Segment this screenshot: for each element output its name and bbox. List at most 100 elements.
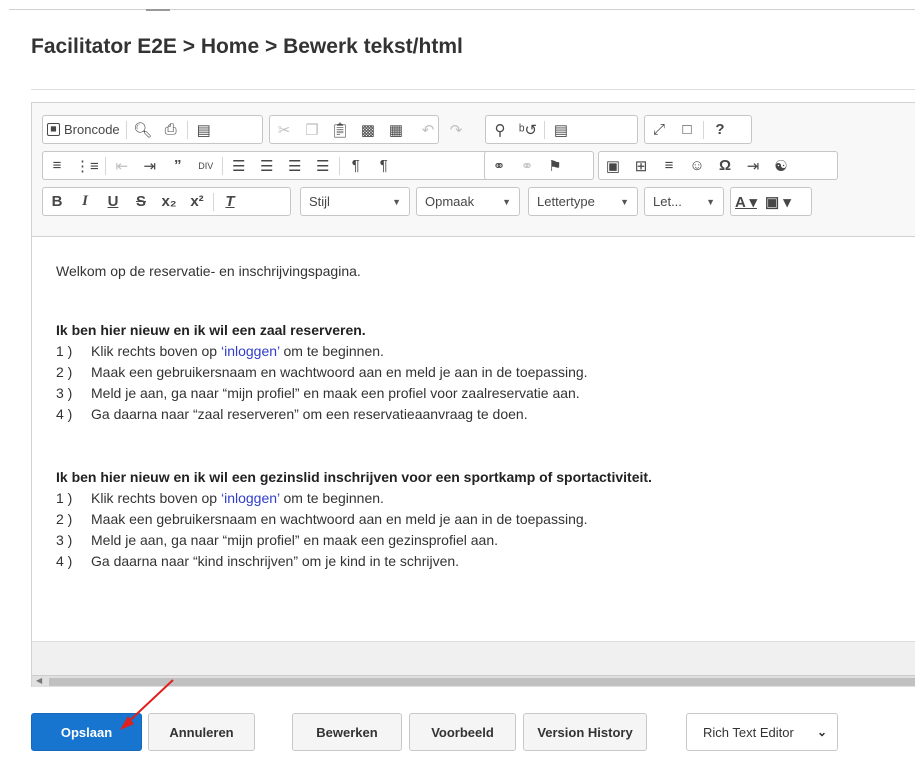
- style-combo[interactable]: Stijl ▼: [300, 187, 410, 216]
- bulleted-list-icon[interactable]: ⋮≡: [71, 152, 103, 179]
- rtl-icon[interactable]: ¶: [370, 152, 398, 179]
- version-history-button[interactable]: Version History: [523, 713, 647, 751]
- chevron-down-icon: ⌄: [816, 725, 827, 739]
- style-combo-label: Stijl: [309, 194, 330, 209]
- align-right-icon[interactable]: ☰: [281, 152, 309, 179]
- text-color-icon[interactable]: A ▾: [731, 188, 761, 215]
- intro-paragraph: Welkom op de reservatie- en inschrijving…: [56, 263, 361, 279]
- help-icon[interactable]: ?: [706, 116, 734, 143]
- align-left-icon[interactable]: ☰: [225, 152, 253, 179]
- list-item: 1 ) Klik rechts boven op ‘inloggen’ om t…: [56, 490, 384, 506]
- toolbar-group-paragraph: ≡ ⋮≡ ⇤ ⇥ ” DIV ☰ ☰ ☰ ☰ ¶ ¶: [42, 151, 492, 180]
- rich-text-editor: ◼ Broncode 🔍︎ ⎙ ▤ ✂ ❐ 📋︎ ▩ ▦ ↶ ↷ ⚲ ᵇ↺ ▤: [31, 102, 915, 687]
- toolbar-group-basic-styles: B I U S x₂ x² T: [42, 187, 291, 216]
- editor-mode-select[interactable]: Rich Text Editor ⌄: [686, 713, 838, 751]
- section-heading: Ik ben hier nieuw en ik wil een gezinsli…: [56, 469, 652, 485]
- toolbar-group-clipboard: ✂ ❐ 📋︎ ▩ ▦ ↶ ↷: [269, 115, 462, 144]
- numbered-list-icon[interactable]: ≡: [43, 152, 71, 179]
- page-break-icon[interactable]: ⇥: [739, 152, 767, 179]
- font-combo[interactable]: Lettertype ▼: [528, 187, 638, 216]
- unlink-icon[interactable]: ⚭: [513, 152, 541, 179]
- format-combo-label: Opmaak: [425, 194, 475, 209]
- source-icon: ◼: [47, 123, 60, 136]
- paste-word-icon[interactable]: ▦: [382, 116, 410, 143]
- div-container-icon[interactable]: DIV: [192, 152, 220, 179]
- edit-button[interactable]: Bewerken: [292, 713, 402, 751]
- page-title: Facilitator E2E > Home > Bewerk tekst/ht…: [31, 35, 463, 58]
- source-button[interactable]: ◼ Broncode: [43, 116, 124, 143]
- editor-toolbar: ◼ Broncode 🔍︎ ⎙ ▤ ✂ ❐ 📋︎ ▩ ▦ ↶ ↷ ⚲ ᵇ↺ ▤: [32, 103, 915, 237]
- show-blocks-icon[interactable]: □: [673, 116, 701, 143]
- login-link[interactable]: ‘inloggen’: [221, 490, 280, 506]
- horizontal-rule-icon[interactable]: ≡: [655, 152, 683, 179]
- top-divider-marker: [146, 9, 170, 11]
- paste-icon[interactable]: 📋︎: [326, 116, 354, 143]
- strikethrough-icon[interactable]: S: [127, 188, 155, 215]
- cut-icon[interactable]: ✂: [270, 116, 298, 143]
- list-item: 3 ) Meld je aan, ga naar “mijn profiel” …: [56, 385, 580, 401]
- top-divider: [9, 9, 915, 10]
- remove-format-icon[interactable]: T: [216, 188, 244, 215]
- outdent-icon[interactable]: ⇤: [108, 152, 136, 179]
- bold-icon[interactable]: B: [43, 188, 71, 215]
- iframe-globe-icon[interactable]: ☯: [767, 152, 795, 179]
- size-combo-label: Let...: [653, 194, 682, 209]
- section-heading: Ik ben hier nieuw en ik wil een zaal res…: [56, 322, 366, 338]
- ltr-icon[interactable]: ¶: [342, 152, 370, 179]
- blockquote-icon[interactable]: ”: [164, 152, 192, 179]
- chevron-down-icon: ▼: [620, 196, 629, 207]
- list-item: 4 ) Ga daarna naar “zaal reserveren” om …: [56, 406, 528, 422]
- indent-icon[interactable]: ⇥: [136, 152, 164, 179]
- source-label: Broncode: [64, 122, 120, 137]
- toolbar-group-colors: A ▾ ▣ ▾: [730, 187, 812, 216]
- superscript-icon[interactable]: x²: [183, 188, 211, 215]
- cancel-button[interactable]: Annuleren: [148, 713, 255, 751]
- horizontal-scrollbar[interactable]: ◀: [32, 675, 915, 687]
- special-char-icon[interactable]: Ω: [711, 152, 739, 179]
- editor-path-bar: [32, 641, 915, 677]
- toolbar-group-find: ⚲ ᵇ↺ ▤: [485, 115, 638, 144]
- image-icon[interactable]: ▣: [599, 152, 627, 179]
- maximize-icon[interactable]: ⤢: [645, 116, 673, 143]
- list-item: 2 ) Maak een gebruikersnaam en wachtwoor…: [56, 511, 588, 527]
- size-combo[interactable]: Let... ▼: [644, 187, 724, 216]
- justify-icon[interactable]: ☰: [309, 152, 337, 179]
- find-icon[interactable]: ⚲: [486, 116, 514, 143]
- list-item: 1 ) Klik rechts boven op ‘inloggen’ om t…: [56, 343, 384, 359]
- preview-icon[interactable]: 🔍︎: [129, 116, 157, 143]
- toolbar-group-document: ◼ Broncode 🔍︎ ⎙ ▤: [42, 115, 263, 144]
- print-icon[interactable]: ⎙: [157, 116, 185, 143]
- list-item: 2 ) Maak een gebruikersnaam en wachtwoor…: [56, 364, 588, 380]
- list-item: 4 ) Ga daarna naar “kind inschrijven” om…: [56, 553, 460, 569]
- smiley-icon[interactable]: ☺: [683, 152, 711, 179]
- undo-icon[interactable]: ↶: [414, 116, 442, 143]
- spellcheck-icon[interactable]: ▤: [547, 116, 575, 143]
- anchor-flag-icon[interactable]: ⚑: [541, 152, 569, 179]
- link-icon[interactable]: ⚭: [485, 152, 513, 179]
- templates-icon[interactable]: ▤: [190, 116, 218, 143]
- underline-icon[interactable]: U: [99, 188, 127, 215]
- editor-content[interactable]: Welkom op de reservatie- en inschrijving…: [32, 238, 915, 643]
- save-button[interactable]: Opslaan: [31, 713, 142, 751]
- table-icon[interactable]: ⊞: [627, 152, 655, 179]
- list-item: 3 ) Meld je aan, ga naar “mijn profiel” …: [56, 532, 499, 548]
- toolbar-group-links: ⚭ ⚭ ⚑: [484, 151, 594, 180]
- font-combo-label: Lettertype: [537, 194, 595, 209]
- replace-icon[interactable]: ᵇ↺: [514, 116, 542, 143]
- italic-icon[interactable]: I: [71, 188, 99, 215]
- preview-button[interactable]: Voorbeeld: [409, 713, 516, 751]
- redo-icon[interactable]: ↷: [442, 116, 470, 143]
- background-color-icon[interactable]: ▣ ▾: [761, 188, 795, 215]
- scroll-left-icon[interactable]: ◀: [36, 676, 42, 685]
- chevron-down-icon: ▼: [392, 196, 401, 207]
- copy-icon[interactable]: ❐: [298, 116, 326, 143]
- login-link[interactable]: ‘inloggen’: [221, 343, 280, 359]
- toolbar-group-insert: ▣ ⊞ ≡ ☺ Ω ⇥ ☯: [598, 151, 838, 180]
- editor-mode-value: Rich Text Editor: [703, 724, 794, 740]
- format-combo[interactable]: Opmaak ▼: [416, 187, 520, 216]
- paste-text-icon[interactable]: ▩: [354, 116, 382, 143]
- chevron-down-icon: ▼: [706, 196, 715, 207]
- align-center-icon[interactable]: ☰: [253, 152, 281, 179]
- subscript-icon[interactable]: x₂: [155, 188, 183, 215]
- scrollbar-thumb[interactable]: [49, 678, 915, 686]
